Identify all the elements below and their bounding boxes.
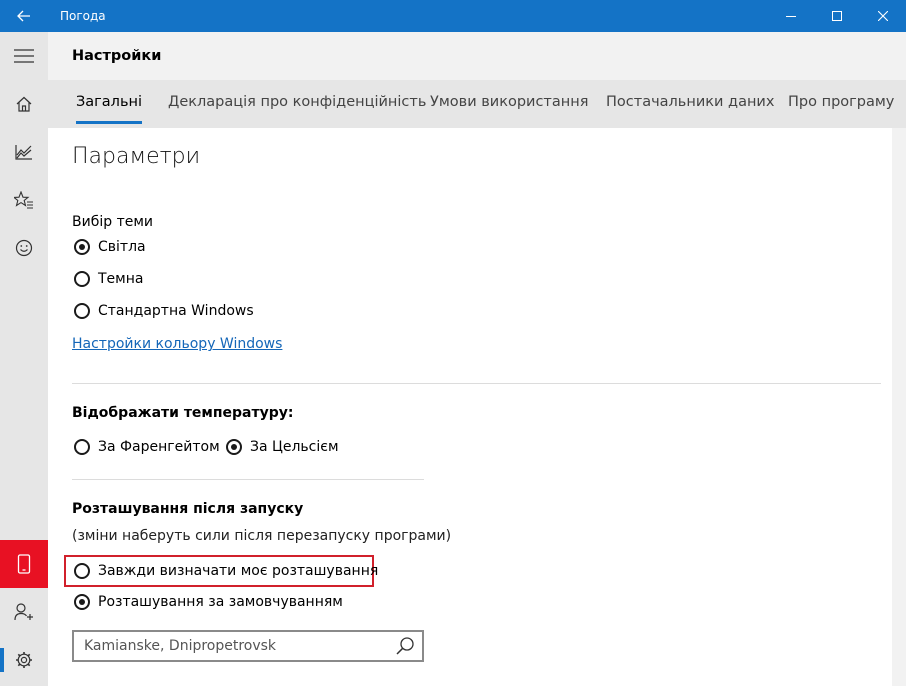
window-title: Погода xyxy=(60,9,106,23)
radio-label: Завжди визначати моє розташування xyxy=(98,563,379,579)
location-label: Розташування після запуску xyxy=(72,501,304,517)
sidebar-item-news[interactable] xyxy=(0,224,48,272)
weather-app-window: Погода Настройки Загальні Декларація про… xyxy=(0,0,906,686)
settings-tabs: Загальні Декларація про конфіденційність… xyxy=(48,80,906,128)
default-location-radio[interactable]: Розташування за замовчуванням xyxy=(74,594,343,610)
radio-circle xyxy=(74,303,90,319)
radio-circle xyxy=(74,271,90,287)
maximize-icon xyxy=(832,11,842,21)
close-button[interactable] xyxy=(860,0,906,32)
smiley-icon xyxy=(15,239,33,257)
favorites-icon xyxy=(14,191,33,209)
page-title: Настройки xyxy=(72,48,162,64)
fahrenheit-radio[interactable]: За Фаренгейтом xyxy=(74,439,220,455)
minimize-icon xyxy=(786,16,796,17)
minimize-button[interactable] xyxy=(768,0,814,32)
gear-icon xyxy=(16,652,32,668)
search-input-value[interactable]: Kamianske, Dnipropetrovsk xyxy=(84,632,276,660)
settings-panel: Параметри Вибір теми Світла Темна Станда… xyxy=(48,128,892,686)
radio-circle xyxy=(74,563,90,579)
celsius-radio[interactable]: За Цельсієм xyxy=(226,439,339,455)
page-header: Настройки xyxy=(48,32,906,80)
theme-windows-radio[interactable]: Стандартна Windows xyxy=(74,303,254,319)
title-bar: Погода xyxy=(0,0,906,32)
temperature-label: Відображати температуру: xyxy=(72,405,294,421)
scrollbar[interactable] xyxy=(892,128,906,686)
hamburger-icon xyxy=(14,49,34,63)
tab-privacy[interactable]: Декларація про конфіденційність xyxy=(168,80,426,128)
radio-circle xyxy=(226,439,242,455)
tab-about[interactable]: Про програму xyxy=(788,80,894,128)
sidebar-item-sign-in[interactable] xyxy=(0,588,48,636)
radio-circle xyxy=(74,439,90,455)
maximize-button[interactable] xyxy=(814,0,860,32)
person-add-icon xyxy=(14,603,33,621)
detect-location-radio[interactable]: Завжди визначати моє розташування xyxy=(74,563,378,579)
tab-data-providers[interactable]: Постачальники даних xyxy=(606,80,774,128)
sidebar-item-home[interactable] xyxy=(0,80,48,128)
location-search-field[interactable]: Kamianske, Dnipropetrovsk xyxy=(72,630,424,662)
tab-general[interactable]: Загальні xyxy=(76,80,143,128)
search-button[interactable] xyxy=(392,634,418,658)
theme-light-radio[interactable]: Світла xyxy=(74,239,146,255)
radio-circle xyxy=(74,239,90,255)
phone-icon xyxy=(17,554,31,574)
back-button[interactable] xyxy=(0,0,48,32)
back-icon xyxy=(17,10,30,22)
sidebar-item-settings[interactable] xyxy=(0,636,48,684)
windows-color-settings-link[interactable]: Настройки кольору Windows xyxy=(72,336,282,352)
theme-label: Вибір теми xyxy=(72,214,153,230)
settings-heading: Параметри xyxy=(72,144,201,169)
radio-label: За Цельсієм xyxy=(250,439,339,455)
radio-label: Світла xyxy=(98,239,146,255)
sidebar-item-places[interactable] xyxy=(0,176,48,224)
radio-label: Темна xyxy=(98,271,144,287)
location-note: (зміни наберуть сили після перезапуску п… xyxy=(72,528,452,544)
radio-circle xyxy=(74,594,90,610)
tab-terms[interactable]: Умови використання xyxy=(430,80,588,128)
radio-label: Стандартна Windows xyxy=(98,303,254,319)
chart-icon xyxy=(15,145,32,160)
content-area: Настройки Загальні Декларація про конфід… xyxy=(48,32,906,686)
radio-label: За Фаренгейтом xyxy=(98,439,220,455)
search-icon xyxy=(396,637,414,655)
theme-dark-radio[interactable]: Темна xyxy=(74,271,143,287)
hamburger-button[interactable] xyxy=(0,32,48,80)
close-icon xyxy=(878,11,888,21)
home-icon xyxy=(16,96,32,112)
divider xyxy=(72,479,424,480)
divider xyxy=(72,383,881,384)
radio-label: Розташування за замовчуванням xyxy=(98,594,343,610)
navigation-rail xyxy=(0,32,48,686)
sidebar-item-historical[interactable] xyxy=(0,128,48,176)
sidebar-item-mobile[interactable] xyxy=(0,540,48,588)
